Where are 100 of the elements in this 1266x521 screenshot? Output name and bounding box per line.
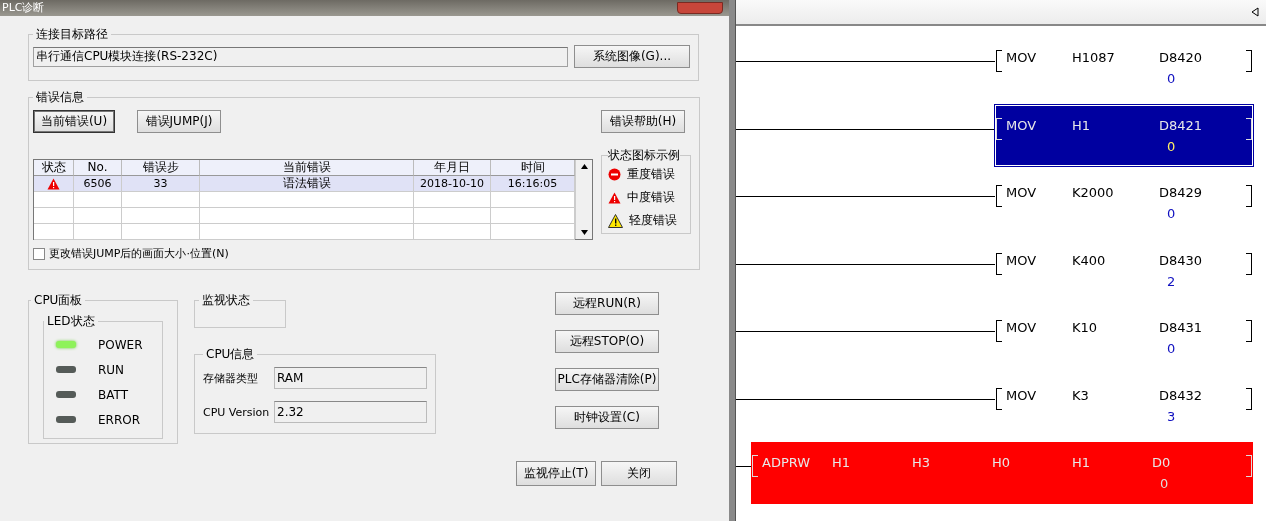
operand: D8429 [1159, 185, 1204, 200]
warning-icon [47, 177, 60, 190]
column-header[interactable]: 当前错误 [200, 160, 414, 176]
down-arrow-icon[interactable] [580, 230, 588, 235]
field-label: 存储器类型 [203, 370, 258, 386]
info-field[interactable]: 2.32 [274, 401, 427, 423]
left-arrow-icon[interactable] [1251, 7, 1259, 17]
led-label: POWER [98, 337, 143, 352]
instruction-name: MOV [1005, 185, 1038, 202]
column-header[interactable]: 状态 [34, 160, 74, 176]
action-button[interactable]: 远程STOP(O) [555, 330, 659, 353]
operand: D8421 [1159, 117, 1204, 133]
group-title: CPU面板 [33, 292, 84, 309]
bracket-mark [1246, 320, 1252, 342]
current-value: 0 [1159, 476, 1170, 491]
bracket-mark [996, 117, 1002, 140]
column-header[interactable]: 时间 [491, 160, 575, 176]
table-cell [74, 192, 122, 208]
bracket-mark [1246, 455, 1252, 477]
warning-icon [608, 191, 621, 204]
operand: K10 [1072, 320, 1099, 335]
action-button[interactable]: 时钟设置(C) [555, 406, 659, 429]
system-image-button[interactable]: 系统图像(G)... [574, 45, 690, 68]
operand: D8432 [1159, 387, 1204, 403]
info-field[interactable]: RAM [274, 367, 427, 389]
led-label: ERROR [98, 412, 141, 427]
led-label: RUN [98, 362, 125, 377]
group-title: CPU信息 [205, 346, 256, 363]
table-cell[interactable] [34, 176, 74, 192]
error-tab-button[interactable]: 错误JUMP(J) [137, 110, 221, 133]
action-button[interactable]: PLC存储器清除(P) [555, 368, 659, 391]
instruction-block[interactable]: MOV K3 D8432 3 [995, 371, 1253, 439]
operand: D8430 [1159, 252, 1204, 268]
error-tab-button[interactable]: 当前错误(U) [33, 110, 115, 133]
operand: H1 [1072, 117, 1092, 133]
led-label: BATT [98, 387, 128, 402]
instruction-block[interactable]: MOV K10 D8431 0 [995, 304, 1253, 372]
table-cell: 16:16:05 [491, 176, 575, 192]
instruction-block[interactable]: MOV K400 D8430 2 [995, 236, 1253, 304]
table-cell: 6506 [74, 176, 122, 192]
instruction-block[interactable]: MOV H1 D8421 0 [995, 104, 1253, 166]
footer-button[interactable]: 监视停止(T) [516, 461, 596, 486]
legend-label: 中度错误 [627, 189, 675, 206]
operand: K3 [1072, 387, 1090, 403]
instruction-name: MOV [1005, 320, 1038, 337]
operand: H1 [832, 455, 852, 470]
bracket-mark [1246, 185, 1252, 207]
instruction-block[interactable]: MOV H1087 D8420 0 [995, 34, 1253, 102]
no-entry-icon [608, 168, 621, 181]
legend-label: 重度错误 [627, 166, 675, 183]
error-help-button[interactable]: 错误帮助(H) [601, 110, 685, 133]
group-title: 错误信息 [35, 89, 85, 106]
instruction-name: ADPRW [761, 455, 812, 472]
current-value: 3 [1166, 408, 1177, 424]
vertical-scrollbar[interactable] [575, 160, 592, 239]
column-header[interactable]: 年月日 [414, 160, 491, 176]
operand: D8420 [1159, 50, 1204, 65]
table-cell: 33 [122, 176, 200, 192]
bracket-mark [1246, 387, 1252, 410]
instruction-name: MOV [1005, 50, 1038, 67]
bracket-mark [1246, 117, 1252, 140]
current-value: 0 [1166, 341, 1177, 356]
table-cell [74, 224, 122, 240]
current-value: 0 [1166, 71, 1177, 86]
bracket-mark [752, 455, 758, 477]
field-label: CPU Version [203, 405, 270, 419]
operand: K2000 [1072, 185, 1115, 200]
warning-icon [608, 213, 623, 228]
table-cell: 语法错误 [200, 176, 414, 192]
operand: H0 [992, 455, 1012, 470]
group-title: 监视状态 [201, 292, 251, 309]
table-cell: 2018-10-10 [414, 176, 491, 192]
bracket-mark [1246, 50, 1252, 72]
instruction-name: MOV [1005, 117, 1038, 135]
table-cell [74, 208, 122, 224]
current-value: 0 [1166, 206, 1177, 221]
operand: D0 [1152, 455, 1172, 470]
checkbox-label: 更改错误JUMP后的画面大小·位置(N) [49, 246, 229, 261]
instruction-name: MOV [1005, 252, 1038, 270]
operand: H1 [1072, 455, 1092, 470]
connection-path-field[interactable]: 串行通信CPU模块连接(RS-232C) [33, 46, 568, 67]
action-button[interactable]: 远程RUN(R) [555, 292, 659, 315]
column-header[interactable]: No. [74, 160, 122, 176]
footer-button[interactable]: 关闭 [601, 461, 677, 486]
window-title: PLC诊断 [2, 2, 45, 14]
column-header[interactable]: 错误步 [122, 160, 200, 176]
group-title: LED状态 [46, 313, 96, 330]
operand: K400 [1072, 252, 1107, 268]
current-value: 0 [1166, 138, 1177, 154]
group-title: 状态图标示例 [608, 147, 680, 164]
operand: H3 [912, 455, 932, 470]
bracket-mark [1246, 252, 1252, 275]
instruction-name: MOV [1005, 387, 1038, 405]
checkbox[interactable] [33, 247, 45, 260]
group-title: 连接目标路径 [35, 26, 109, 43]
up-arrow-icon[interactable] [580, 164, 588, 169]
legend-label: 轻度错误 [629, 212, 677, 229]
operand: H1087 [1072, 50, 1116, 65]
operand: D8431 [1159, 320, 1204, 335]
instruction-block[interactable]: MOV K2000 D8429 0 [995, 169, 1253, 237]
